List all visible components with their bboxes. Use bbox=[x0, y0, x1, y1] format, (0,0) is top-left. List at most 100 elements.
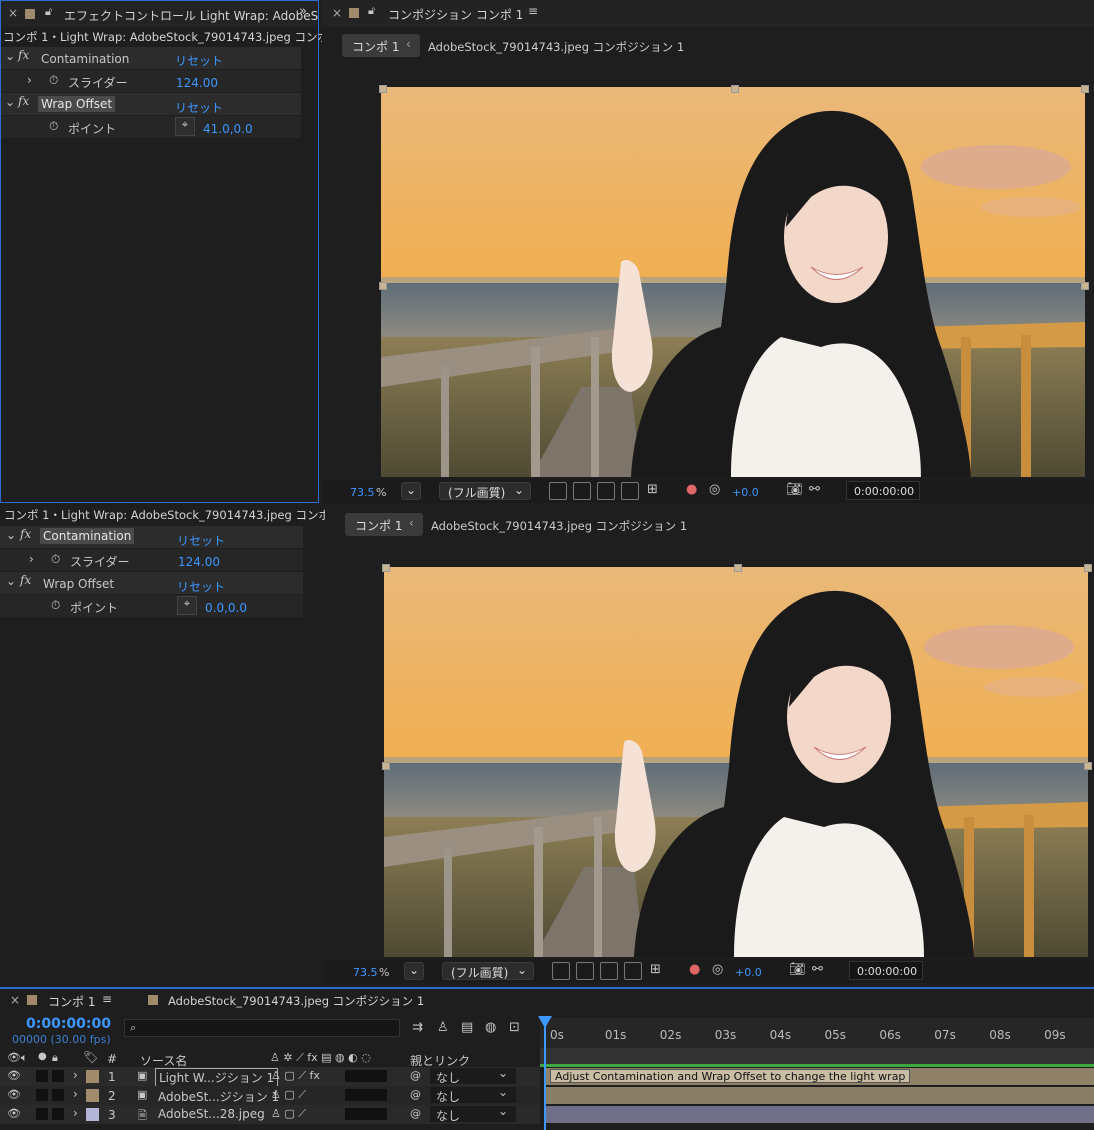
point-value[interactable]: 0.0,0.0 bbox=[205, 601, 247, 615]
comp-nav-pill[interactable]: コンポ 1 ‹ bbox=[345, 513, 423, 536]
stopwatch-icon[interactable]: ⏱︎ bbox=[49, 119, 58, 134]
exposure-value[interactable]: +0.0 bbox=[735, 966, 762, 979]
grid-guides-icon[interactable]: ⊞ bbox=[647, 482, 658, 497]
comp-breadcrumb-item[interactable]: AdobeStock_79014743.jpeg コンポジション 1 bbox=[431, 518, 687, 534]
resolution-dropdown[interactable]: (フル画質) ⌄ bbox=[442, 962, 534, 980]
eye-icon[interactable]: 👁︎ bbox=[7, 1107, 21, 1120]
layer-label-color[interactable] bbox=[86, 1108, 99, 1121]
camera-snapshot-icon[interactable]: 📷︎ bbox=[786, 482, 803, 497]
comp-breadcrumb-item[interactable]: AdobeStock_79014743.jpeg コンポジション 1 bbox=[428, 39, 684, 55]
slider-value[interactable]: 124.00 bbox=[178, 555, 220, 569]
graph-editor-icon[interactable]: ⊡ bbox=[509, 1020, 520, 1035]
color-management-icon[interactable]: ◎ bbox=[709, 482, 720, 497]
panel-menu-icon[interactable]: ≡ bbox=[102, 992, 112, 1006]
layer-bar-3[interactable] bbox=[545, 1106, 1094, 1123]
resolution-dropdown[interactable]: (フル画質) ⌄ bbox=[439, 482, 531, 500]
solo-box[interactable] bbox=[36, 1070, 48, 1082]
transform-handle[interactable] bbox=[1081, 85, 1089, 93]
chevron-down-icon[interactable]: ⌄ bbox=[6, 574, 16, 588]
comp-nav-pill[interactable]: コンポ 1 ‹ bbox=[342, 34, 420, 57]
layer-name[interactable]: AdobeSt...28.jpeg bbox=[158, 1107, 265, 1121]
reset-link[interactable]: リセット bbox=[175, 99, 223, 116]
transform-handle[interactable] bbox=[382, 564, 390, 572]
switch-boxes[interactable] bbox=[345, 1108, 387, 1120]
show-snapshot-icon[interactable]: ⚯ bbox=[812, 962, 823, 977]
reset-link[interactable]: リセット bbox=[175, 52, 223, 69]
chevron-right-icon[interactable]: › bbox=[73, 1068, 78, 1082]
shy-layers-icon[interactable]: ♙ bbox=[437, 1020, 449, 1035]
close-icon[interactable]: × bbox=[332, 6, 342, 20]
layer-label-color[interactable] bbox=[86, 1089, 99, 1102]
slider-value[interactable]: 124.00 bbox=[176, 76, 218, 90]
timecode-field[interactable]: 0:00:00:00 bbox=[846, 481, 920, 500]
zoom-value[interactable]: 73.5 bbox=[353, 966, 378, 979]
panel-tab-title[interactable]: コンポジション コンポ 1 bbox=[388, 6, 523, 23]
stopwatch-icon[interactable]: ⏱︎ bbox=[49, 73, 58, 88]
chevron-down-icon[interactable]: ⌄ bbox=[6, 528, 16, 542]
chevron-down-icon[interactable]: ⌄ bbox=[5, 95, 15, 109]
lock-icon[interactable]: 🔓︎ bbox=[45, 5, 52, 19]
lock-icon[interactable]: 🔓︎ bbox=[368, 4, 375, 18]
motion-blur-icon[interactable]: ◍ bbox=[485, 1020, 496, 1035]
region-of-interest-icon[interactable] bbox=[624, 962, 642, 980]
show-snapshot-icon[interactable]: ⚯ bbox=[809, 482, 820, 497]
switches[interactable]: ♙ ▢ ⟋ fx bbox=[271, 1069, 320, 1083]
close-icon[interactable]: × bbox=[10, 993, 20, 1007]
zoom-value[interactable]: 73.5 bbox=[350, 486, 375, 499]
transform-handle[interactable] bbox=[1081, 282, 1089, 290]
layer-label-color[interactable] bbox=[86, 1070, 99, 1083]
fast-preview-icon[interactable] bbox=[549, 482, 567, 500]
composition-viewer[interactable] bbox=[381, 87, 1085, 477]
solo-box[interactable] bbox=[36, 1108, 48, 1120]
fx-icon[interactable]: fx bbox=[18, 48, 29, 62]
fast-preview-icon[interactable] bbox=[552, 962, 570, 980]
chevron-right-icon[interactable]: › bbox=[73, 1106, 78, 1120]
solo-box[interactable] bbox=[36, 1089, 48, 1101]
transform-handle[interactable] bbox=[382, 762, 390, 770]
audio-icon[interactable]: 🔈︎ bbox=[21, 1051, 28, 1065]
playhead[interactable] bbox=[544, 1018, 546, 1130]
switches[interactable]: ♙ ▢ ⟋ bbox=[271, 1107, 306, 1121]
camera-snapshot-icon[interactable]: 📷︎ bbox=[789, 962, 806, 977]
timecode-field[interactable]: 0:00:00:00 bbox=[849, 961, 923, 980]
transparency-grid-icon[interactable] bbox=[576, 962, 594, 980]
color-channels-icon[interactable]: ● bbox=[689, 962, 700, 977]
solo-icon[interactable]: ● bbox=[38, 1051, 47, 1062]
chevron-right-icon[interactable]: › bbox=[73, 1087, 78, 1101]
crosshair-icon[interactable]: ⌖ bbox=[177, 596, 197, 615]
lock-box[interactable] bbox=[52, 1070, 64, 1082]
composition-viewer[interactable] bbox=[384, 567, 1088, 957]
switches[interactable]: ♙ ▢ ⟋ bbox=[271, 1088, 306, 1102]
layer-row[interactable]: 👁︎ › 1 ▣ Light W...ジション 1 ♙ ▢ ⟋ fx @ なし … bbox=[0, 1066, 540, 1087]
lock-icon[interactable]: 🔒︎ bbox=[52, 1051, 58, 1065]
effect-row-contamination[interactable]: ⌄ fx Contamination リセット bbox=[1, 47, 301, 69]
fx-icon[interactable]: fx bbox=[20, 573, 31, 587]
transparency-grid-icon[interactable] bbox=[573, 482, 591, 500]
timeline-tab-comp1[interactable]: コンポ 1 bbox=[48, 993, 95, 1010]
layer-row[interactable]: 👁︎ › 2 ▣ AdobeSt...ジション 1 ♙ ▢ ⟋ @ なし ⌄ bbox=[0, 1085, 540, 1105]
stopwatch-icon[interactable]: ⏱︎ bbox=[51, 552, 60, 567]
reset-link[interactable]: リセット bbox=[177, 578, 225, 595]
fx-icon[interactable]: fx bbox=[20, 527, 31, 541]
exposure-value[interactable]: +0.0 bbox=[732, 486, 759, 499]
switch-boxes[interactable] bbox=[345, 1089, 387, 1101]
panel-menu-icon[interactable]: ≡ bbox=[528, 4, 538, 18]
chevron-right-icon[interactable]: › bbox=[29, 552, 34, 566]
transform-handle[interactable] bbox=[379, 282, 387, 290]
transform-handle[interactable] bbox=[731, 85, 739, 93]
layer-name[interactable]: AdobeSt...ジション 1 bbox=[158, 1088, 279, 1105]
layer-row[interactable]: 👁︎ › 3 🗎 AdobeSt...28.jpeg ♙ ▢ ⟋ @ なし ⌄ bbox=[0, 1104, 540, 1124]
timeline-timecode[interactable]: 0:00:00:00 bbox=[26, 1016, 111, 1032]
frame-blending-icon[interactable]: ▤ bbox=[461, 1020, 473, 1035]
chevron-down-icon[interactable]: ⌄ bbox=[5, 49, 15, 63]
lock-box[interactable] bbox=[52, 1108, 64, 1120]
eye-icon[interactable]: 👁︎ bbox=[7, 1051, 21, 1064]
timeline-tab-precomp[interactable]: AdobeStock_79014743.jpeg コンポジション 1 bbox=[168, 993, 424, 1009]
point-value[interactable]: 41.0,0.0 bbox=[203, 122, 253, 136]
parent-dropdown[interactable]: なし ⌄ bbox=[430, 1104, 516, 1123]
grid-guides-icon[interactable]: ⊞ bbox=[650, 962, 661, 977]
time-ruler[interactable]: 0s01s02s03s04s05s06s07s08s09s10 bbox=[540, 1018, 1094, 1048]
lock-box[interactable] bbox=[52, 1089, 64, 1101]
pickwhip-icon[interactable]: @ bbox=[410, 1088, 421, 1101]
parent-dropdown[interactable]: なし ⌄ bbox=[430, 1066, 516, 1085]
